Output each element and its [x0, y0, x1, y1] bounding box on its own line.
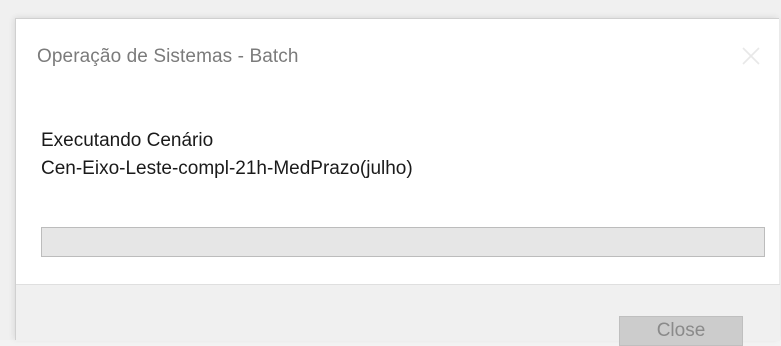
status-message: Executando Cenário Cen-Eixo-Leste-compl-…	[41, 127, 413, 183]
progress-bar	[41, 227, 765, 257]
batch-dialog: Operação de Sistemas - Batch Executando …	[15, 18, 780, 346]
close-x-icon[interactable]	[738, 43, 764, 69]
dialog-title: Operação de Sistemas - Batch	[37, 46, 299, 67]
status-line-scenario: Cen-Eixo-Leste-compl-21h-MedPrazo(julho)	[41, 158, 413, 179]
dialog-footer: Close	[16, 284, 780, 346]
close-button[interactable]: Close	[619, 316, 743, 346]
status-line-heading: Executando Cenário	[41, 130, 214, 151]
